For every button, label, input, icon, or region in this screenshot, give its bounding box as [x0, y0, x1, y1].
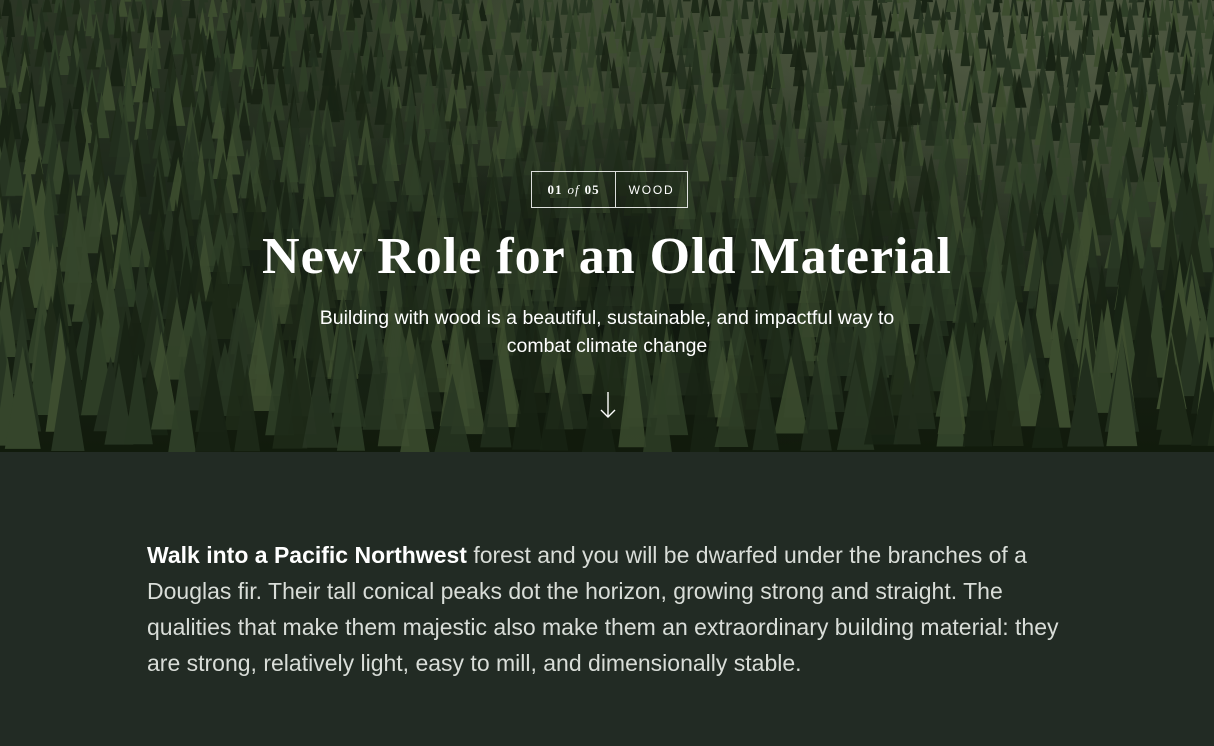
article-lead-paragraph: Walk into a Pacific Northwest forest and…	[147, 537, 1077, 681]
lead-bold-phrase: Walk into a Pacific Northwest	[147, 542, 467, 568]
section-counter-badge: 01 of 05 WOOD	[531, 171, 688, 208]
hero-section: 01 of 05 WOOD New Role for an Old Materi…	[0, 0, 1214, 452]
section-category: WOOD	[628, 182, 675, 197]
section-counter: 01 of 05	[532, 172, 616, 207]
arrow-down-icon[interactable]	[596, 390, 620, 422]
counter-of: of	[567, 181, 580, 197]
article-section: Walk into a Pacific Northwest forest and…	[0, 452, 1214, 746]
counter-current: 01	[547, 181, 563, 197]
page-title: New Role for an Old Material	[262, 228, 952, 285]
counter-total: 05	[584, 181, 600, 197]
page-subtitle: Building with wood is a beautiful, susta…	[319, 307, 895, 357]
